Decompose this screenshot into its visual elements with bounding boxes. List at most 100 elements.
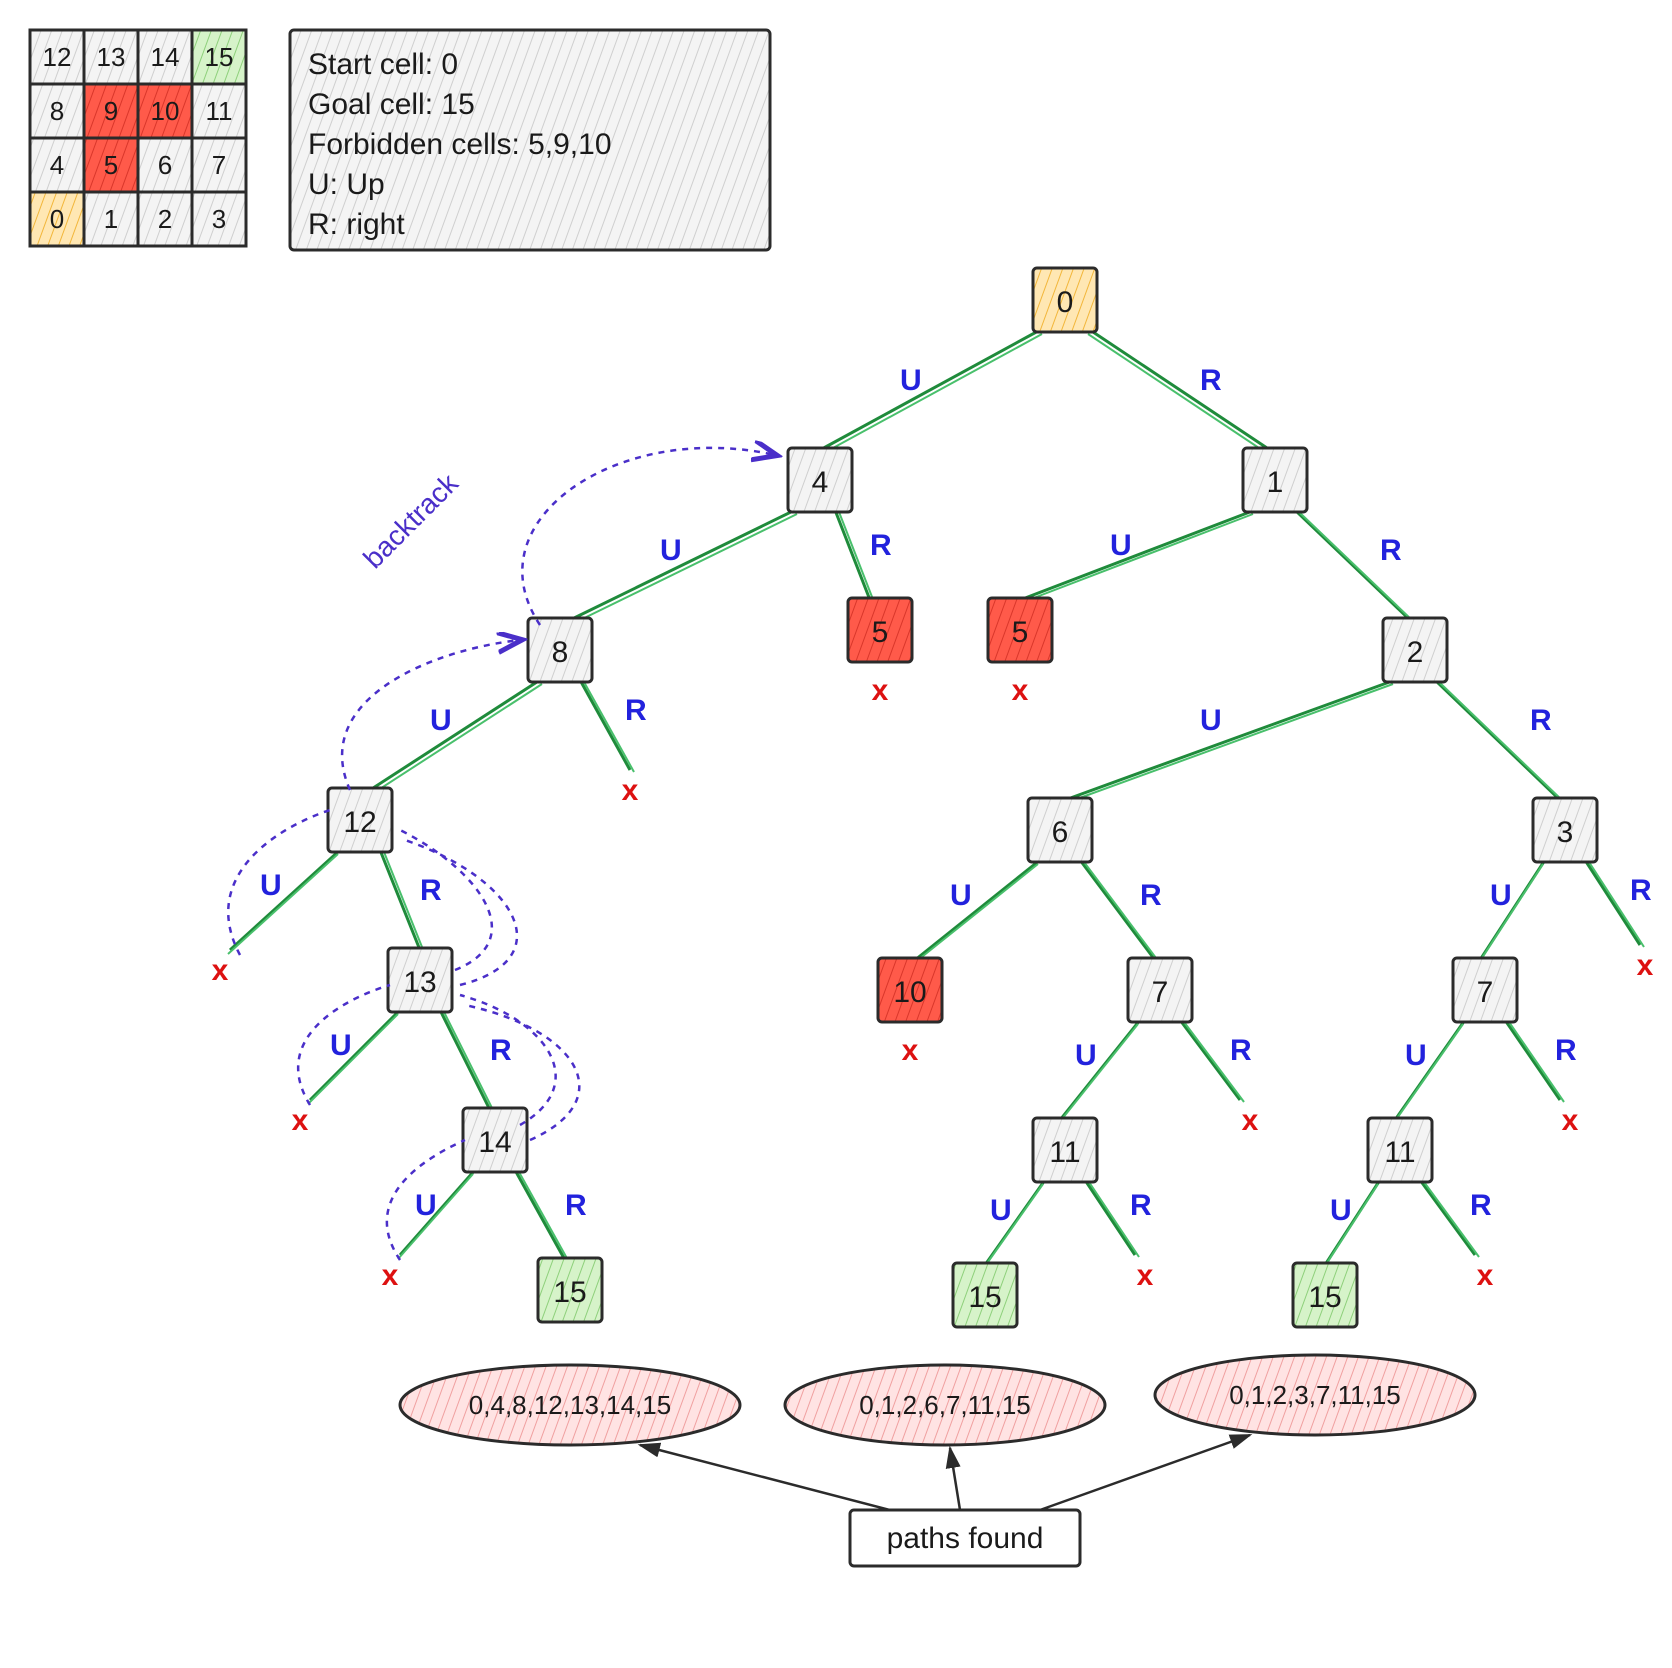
xmark-icon: x [382,1259,399,1292]
paths-found-label: paths found [887,1522,1044,1555]
tree-node: 13 [388,948,452,1012]
legend-line: Goal cell: 15 [308,88,475,121]
xmark-icon: x [212,954,229,987]
edge-label: R [565,1189,587,1222]
tree-node: 4 [788,448,852,512]
xmark-icon: x [1012,674,1029,707]
tree-node: 11 [1033,1118,1097,1182]
paths-found-section: 0,4,8,12,13,14,15 0,1,2,6,7,11,15 0,1,2,… [400,1355,1475,1566]
svg-text:4: 4 [812,466,829,499]
svg-text:15: 15 [968,1281,1001,1314]
path-oval: 0,4,8,12,13,14,15 [469,1390,671,1420]
grid-cell-label: 4 [50,150,64,180]
tree-node: 12 [328,788,392,852]
svg-text:0: 0 [1057,286,1074,319]
edge-label: U [900,364,922,397]
tree-node: 2 [1383,618,1447,682]
tree-node: 1 [1243,448,1307,512]
xmark-icon: x [292,1104,309,1137]
grid-cell-label: 9 [104,96,118,126]
svg-text:10: 10 [893,976,926,1009]
svg-text:13: 13 [403,966,436,999]
tree-node: 11 [1368,1118,1432,1182]
edge-label: U [330,1029,352,1062]
tree-node: 14 [463,1108,527,1172]
edge-label: U [1330,1194,1352,1227]
grid-row: 0 1 2 3 [30,192,246,246]
legend-box: Start cell: 0 Goal cell: 15 Forbidden ce… [290,30,770,250]
xmark-icon: x [902,1034,919,1067]
svg-text:5: 5 [1012,616,1029,649]
xmark-icon: x [1137,1259,1154,1292]
xmark-icon: x [1477,1259,1494,1292]
tree-node-forbidden: 5 [848,598,912,662]
tree-node: 7 [1453,958,1517,1022]
edge-label: U [1075,1039,1097,1072]
grid-cell-label: 7 [212,150,226,180]
legend-line: Start cell: 0 [308,48,458,81]
grid-row: 8 9 10 11 [30,84,246,138]
grid-cell-label: 2 [158,204,172,234]
grid-cell-label: 5 [104,150,118,180]
tree-node-forbidden: 10 [878,958,942,1022]
legend-line: Forbidden cells: 5,9,10 [308,128,612,161]
xmark-icon: x [872,674,889,707]
tree-node-goal: 15 [538,1258,602,1322]
edge-label: U [415,1189,437,1222]
edge-label: U [1110,529,1132,562]
tree-node-goal: 15 [1293,1263,1357,1327]
edge-label: U [950,879,972,912]
grid-cell-label: 8 [50,96,64,126]
svg-text:3: 3 [1557,816,1574,849]
grid-row: 4 5 6 7 [30,138,246,192]
edge-label: R [1380,534,1402,567]
grid-cell-label: 0 [50,204,64,234]
edge-label: R [625,694,647,727]
grid-cell-label: 11 [206,96,233,126]
legend-line: R: right [308,208,405,241]
tree-node: 7 [1128,958,1192,1022]
tree-edges: U R U R U R U R x U R [212,330,1654,1292]
path-oval: 0,1,2,3,7,11,15 [1229,1380,1401,1410]
edge-label: U [1490,879,1512,912]
edge-label: R [490,1034,512,1067]
grid-cell-label: 10 [151,96,180,126]
edge-label: U [990,1194,1012,1227]
grid-cell-label: 13 [97,42,126,72]
svg-text:8: 8 [552,636,569,669]
svg-text:5: 5 [872,616,889,649]
edge-label: U [1200,704,1222,737]
tree-nodes: 0 4 1 8 5 x 5 x 2 12 6 3 13 10 x 7 7 14 … [328,268,1597,1327]
grid-cell-label: 1 [104,204,118,234]
svg-text:11: 11 [1049,1136,1080,1169]
svg-text:7: 7 [1477,976,1494,1009]
grid: 12 13 14 15 8 9 10 11 4 5 6 7 [30,30,246,246]
svg-text:15: 15 [1308,1281,1341,1314]
xmark-icon: x [1562,1104,1579,1137]
edge-label: R [1130,1189,1152,1222]
grid-cell-label: 6 [158,150,172,180]
tree-node-goal: 15 [953,1263,1017,1327]
tree-node-start: 0 [1033,268,1097,332]
svg-text:11: 11 [1384,1136,1415,1169]
svg-text:2: 2 [1407,636,1424,669]
grid-cell-label: 14 [151,42,180,72]
tree-node-forbidden: 5 [988,598,1052,662]
svg-text:7: 7 [1152,976,1169,1009]
xmark-icon: x [622,774,639,807]
backtrack-label: backtrack [357,467,464,574]
svg-text:12: 12 [343,806,376,839]
tree-node: 8 [528,618,592,682]
edge-label: R [1630,874,1652,907]
edge-label: U [260,869,282,902]
edge-label: R [1140,879,1162,912]
edge-label: R [1230,1034,1252,1067]
grid-cell-label: 3 [212,204,226,234]
xmark-icon: x [1242,1104,1259,1137]
edge-label: R [1200,364,1222,397]
svg-text:14: 14 [478,1126,511,1159]
edge-label: R [1530,704,1552,737]
svg-text:15: 15 [553,1276,586,1309]
svg-text:1: 1 [1267,466,1284,499]
svg-text:6: 6 [1052,816,1069,849]
